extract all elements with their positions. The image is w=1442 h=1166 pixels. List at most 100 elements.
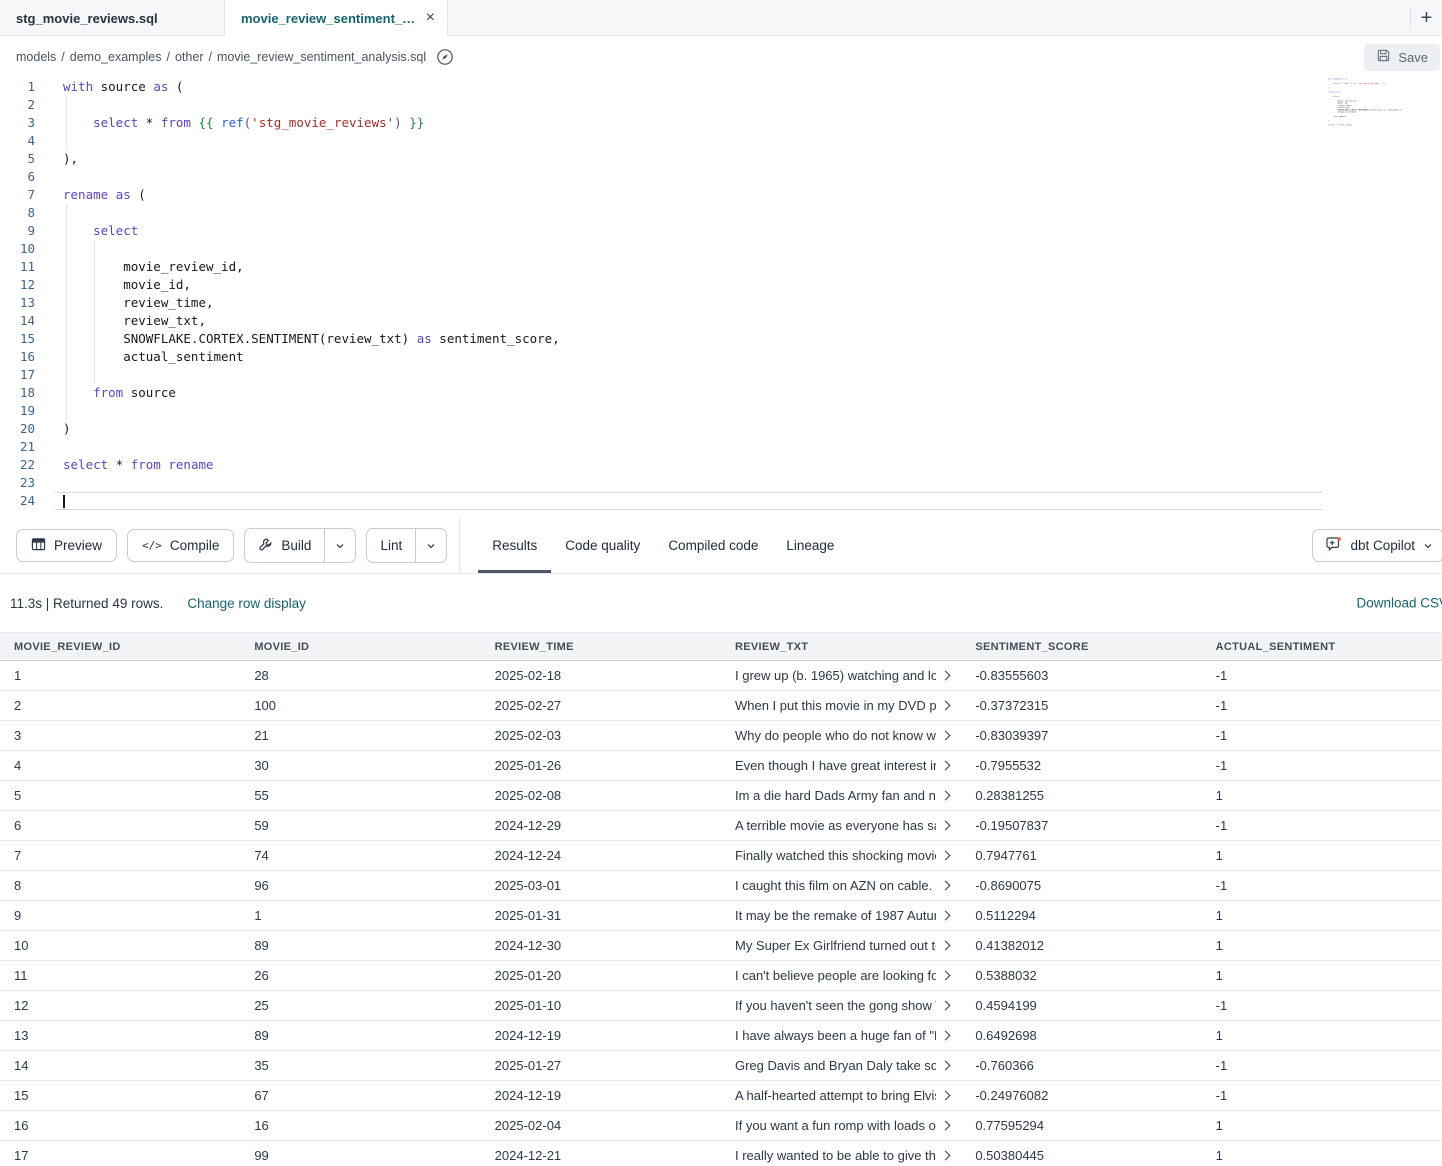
expand-chevron-icon[interactable] [941, 671, 951, 681]
compile-button[interactable]: </> Compile [127, 529, 234, 562]
dbt-copilot-button[interactable]: dbt Copilot [1312, 529, 1442, 562]
new-tab-button[interactable]: + [1411, 0, 1442, 36]
table-row[interactable]: 15672024-12-19A half-hearted attempt to … [0, 1081, 1442, 1111]
tab-compiled-code[interactable]: Compiled code [654, 518, 772, 573]
download-csv-link[interactable]: Download CSV [1356, 596, 1442, 611]
indent-guide [94, 240, 95, 384]
table-row[interactable]: 5552025-02-08Im a die hard Dads Army fan… [0, 781, 1442, 811]
expand-chevron-icon[interactable] [941, 791, 951, 801]
preview-label: Preview [54, 538, 102, 553]
compass-icon[interactable] [436, 48, 454, 66]
expand-chevron-icon[interactable] [941, 821, 951, 831]
expand-chevron-icon[interactable] [941, 1001, 951, 1011]
cell-review-time: 2025-01-10 [481, 998, 721, 1013]
build-dropdown-button[interactable] [324, 529, 355, 562]
table-row[interactable]: 1282025-02-18I grew up (b. 1965) watchin… [0, 661, 1442, 691]
cell-movie-review-id: 3 [0, 728, 240, 743]
tab-lineage[interactable]: Lineage [772, 518, 848, 573]
table-row[interactable]: 10892024-12-30My Super Ex Girlfriend tur… [0, 931, 1442, 961]
indent-guide [66, 204, 67, 420]
tab-movie-review-sentiment[interactable]: movie_review_sentiment_… × [224, 0, 448, 36]
minimap-content: with source as ( select * from {{ ref('s… [1328, 78, 1402, 131]
expand-chevron-icon[interactable] [941, 761, 951, 771]
cell-movie-review-id: 10 [0, 938, 240, 953]
column-header-movie-review-id: MOVIE_REVIEW_ID [0, 641, 240, 653]
table-row[interactable]: 16162025-02-04If you want a fun romp wit… [0, 1111, 1442, 1141]
code-line: 13 review_time, [0, 294, 1442, 312]
table-row[interactable]: 14352025-01-27Greg Davis and Bryan Daly … [0, 1051, 1442, 1081]
expand-chevron-icon[interactable] [941, 1121, 951, 1131]
table-row[interactable]: 3212025-02-03Why do people who do not kn… [0, 721, 1442, 751]
expand-chevron-icon[interactable] [941, 911, 951, 921]
review-text: I really wanted to be able to give this … [735, 1148, 936, 1163]
line-number: 3 [0, 114, 35, 132]
code-line: 21 [0, 438, 1442, 456]
cell-review-txt: I really wanted to be able to give this … [721, 1148, 961, 1163]
chevron-down-icon [426, 541, 436, 551]
expand-chevron-icon[interactable] [941, 1061, 951, 1071]
cell-actual-sentiment: -1 [1202, 878, 1442, 893]
cell-movie-review-id: 9 [0, 908, 240, 923]
table-row[interactable]: 12252025-01-10If you haven't seen the go… [0, 991, 1442, 1021]
cell-movie-id: 67 [240, 1088, 480, 1103]
review-text: It may be the remake of 1987 Autumn'… [735, 908, 936, 923]
cell-movie-review-id: 16 [0, 1118, 240, 1133]
cell-review-txt: It may be the remake of 1987 Autumn'… [721, 908, 961, 923]
line-number: 24 [0, 492, 35, 510]
cell-review-time: 2025-02-04 [481, 1118, 721, 1133]
table-row[interactable]: 7742024-12-24Finally watched this shocki… [0, 841, 1442, 871]
lint-button[interactable]: Lint [367, 529, 415, 562]
expand-chevron-icon[interactable] [941, 701, 951, 711]
build-button[interactable]: Build [245, 529, 324, 562]
expand-chevron-icon[interactable] [941, 1151, 951, 1161]
close-icon[interactable]: × [426, 10, 435, 26]
lint-dropdown-button[interactable] [415, 529, 446, 562]
table-row[interactable]: 4302025-01-26Even though I have great in… [0, 751, 1442, 781]
build-split-button: Build [244, 528, 356, 563]
cell-review-time: 2024-12-19 [481, 1088, 721, 1103]
table-row[interactable]: 8962025-03-01I caught this film on AZN o… [0, 871, 1442, 901]
expand-chevron-icon[interactable] [941, 881, 951, 891]
code-editor[interactable]: 1with source as (23 select * from {{ ref… [0, 78, 1442, 518]
expand-chevron-icon[interactable] [941, 1091, 951, 1101]
expand-chevron-icon[interactable] [941, 731, 951, 741]
expand-chevron-icon[interactable] [941, 941, 951, 951]
build-label: Build [281, 538, 311, 553]
table-row[interactable]: 13892024-12-19I have always been a huge … [0, 1021, 1442, 1051]
cell-review-txt: I grew up (b. 1965) watching and lovin… [721, 668, 961, 683]
cell-movie-id: 89 [240, 938, 480, 953]
table-row[interactable]: 17992024-12-21I really wanted to be able… [0, 1141, 1442, 1166]
cell-review-time: 2025-03-01 [481, 878, 721, 893]
code-line: 8 [0, 204, 1442, 222]
cell-sentiment-score: -0.8690075 [961, 878, 1201, 893]
tab-code-quality[interactable]: Code quality [551, 518, 654, 573]
cell-review-txt: I caught this film on AZN on cable. It s… [721, 878, 961, 893]
save-button[interactable]: Save [1364, 44, 1440, 71]
cell-sentiment-score: -0.83555603 [961, 668, 1201, 683]
expand-chevron-icon[interactable] [941, 1031, 951, 1041]
expand-chevron-icon[interactable] [941, 851, 951, 861]
tab-results[interactable]: Results [478, 518, 551, 573]
table-row[interactable]: 21002025-02-27When I put this movie in m… [0, 691, 1442, 721]
preview-button[interactable]: Preview [16, 529, 117, 562]
cell-actual-sentiment: -1 [1202, 998, 1442, 1013]
code-line: 23 [0, 474, 1442, 492]
expand-chevron-icon[interactable] [941, 971, 951, 981]
cell-review-time: 2024-12-24 [481, 848, 721, 863]
table-row[interactable]: 912025-01-31It may be the remake of 1987… [0, 901, 1442, 931]
cell-actual-sentiment: 1 [1202, 968, 1442, 983]
cell-review-time: 2025-01-31 [481, 908, 721, 923]
cell-movie-id: 30 [240, 758, 480, 773]
cell-actual-sentiment: -1 [1202, 698, 1442, 713]
minimap[interactable]: with source as ( select * from {{ ref('s… [1328, 78, 1402, 140]
query-status-bar: 11.3s | Returned 49 rows. Change row dis… [0, 574, 1442, 632]
table-row[interactable]: 6592024-12-29A terrible movie as everyon… [0, 811, 1442, 841]
table-row[interactable]: 11262025-01-20I can't believe people are… [0, 961, 1442, 991]
line-number: 20 [0, 420, 35, 438]
code-line: 12 movie_id, [0, 276, 1442, 294]
code-line: 7rename as ( [0, 186, 1442, 204]
app-window: stg_movie_reviews.sql movie_review_senti… [0, 0, 1442, 1166]
breadcrumb-segment: models [16, 50, 56, 64]
tab-stg-movie-reviews[interactable]: stg_movie_reviews.sql [0, 0, 224, 36]
change-row-display-link[interactable]: Change row display [187, 596, 306, 611]
